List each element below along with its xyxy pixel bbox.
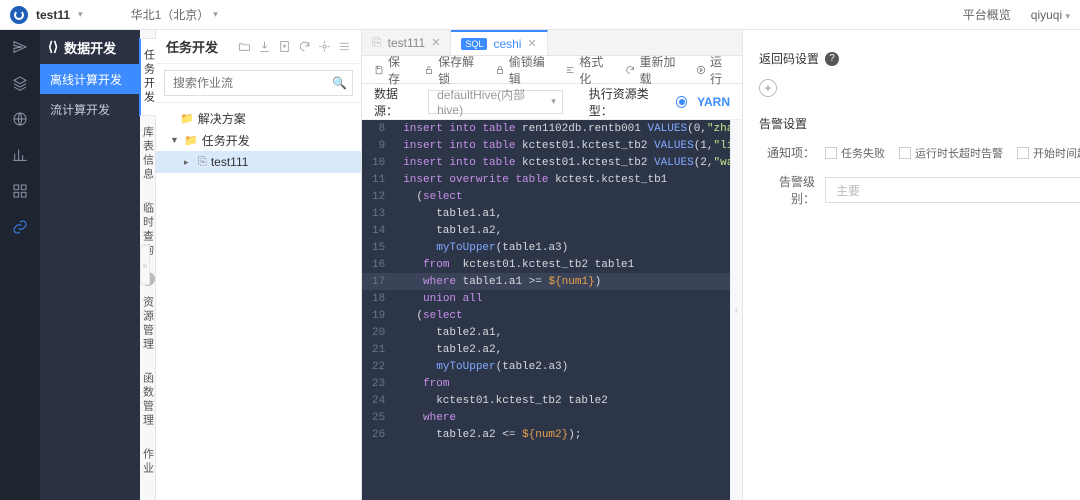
topbar: test11 ▾ 华北1（北京） ▾ 平台概览 qiyuqi ▾ xyxy=(0,0,1080,30)
collapse-right-icon[interactable]: ‹ xyxy=(730,120,742,500)
alert-title: 告警设置 xyxy=(759,115,807,132)
refresh-icon[interactable] xyxy=(297,40,311,54)
folder-icon: 📁 xyxy=(180,112,194,125)
tree-search-input[interactable] xyxy=(164,70,353,96)
workflow-icon: ⎘ xyxy=(372,35,382,50)
workflow-icon: ⎘ xyxy=(198,156,207,169)
close-icon[interactable]: ✕ xyxy=(431,36,440,49)
platform-logo-icon xyxy=(10,6,28,24)
region-chevron-icon: ▾ xyxy=(213,9,218,20)
exec-type-value: YARN xyxy=(697,95,730,109)
layers-icon[interactable] xyxy=(11,74,29,92)
chk-start-timeout[interactable]: 开始时间超时告警 xyxy=(1017,145,1080,161)
right-pane: 返回码设置 ? + 告警设置 通知项： 任务失败 运行时长超时告警 开始时间超时… xyxy=(742,30,1080,500)
save-button[interactable]: 保存 xyxy=(374,53,408,87)
tab-ceshi[interactable]: SQL ceshi ✕ xyxy=(451,30,547,55)
code-icon: ⟨⟩ xyxy=(48,39,58,55)
editor-pane: ⎘ test111 ✕ SQL ceshi ✕ 保存 保存解锁 偷锁编辑 格式化… xyxy=(362,30,742,500)
region-select[interactable]: 华北1（北京） ▾ xyxy=(131,6,218,23)
triangle-right-icon: ▸ xyxy=(184,157,194,168)
format-button[interactable]: 格式化 xyxy=(565,53,609,87)
tree-pane: 任务开发 🔍 📁 解决方案 ▼ 📁 任务开发 xyxy=(156,30,362,500)
return-code-title: 返回码设置 xyxy=(759,50,819,67)
region-label: 华北1（北京） xyxy=(131,6,210,23)
sidenav-item-streaming[interactable]: 流计算开发 xyxy=(40,94,140,124)
globe-icon[interactable] xyxy=(11,110,29,128)
tree-folder[interactable]: ▼ 📁 任务开发 xyxy=(156,129,361,151)
run-button[interactable]: 运行 xyxy=(696,53,730,87)
chk-task-fail[interactable]: 任务失败 xyxy=(825,145,885,161)
steal-lock-button[interactable]: 偷锁编辑 xyxy=(495,53,550,87)
collapse-sidenav-icon[interactable]: « xyxy=(140,245,150,285)
code-editor[interactable]: 8insert into table ren1102db.rentb001 VA… xyxy=(362,120,730,500)
level-select[interactable]: 主要 xyxy=(825,177,1080,203)
chk-runtime-timeout[interactable]: 运行时长超时告警 xyxy=(899,145,1003,161)
vtab-task-dev[interactable]: 任务开发 xyxy=(139,38,157,116)
reload-button[interactable]: 重新加载 xyxy=(625,53,680,87)
sql-badge: SQL xyxy=(461,38,487,50)
project-name: test11 xyxy=(36,8,70,22)
help-icon[interactable]: ? xyxy=(825,52,839,66)
import-icon[interactable] xyxy=(257,40,271,54)
vtab-job[interactable]: 作业 xyxy=(140,438,156,486)
save-unlock-button[interactable]: 保存解锁 xyxy=(424,53,479,87)
vtab-function[interactable]: 函数管理 xyxy=(140,362,156,438)
new-folder-icon[interactable] xyxy=(237,40,251,54)
link-icon[interactable] xyxy=(11,218,29,236)
notify-label: 通知项： xyxy=(759,144,815,161)
overview-link[interactable]: 平台概览 xyxy=(963,6,1011,23)
tree-root[interactable]: 📁 解决方案 xyxy=(156,107,361,129)
chart-icon[interactable] xyxy=(11,146,29,164)
sidenav-item-offline[interactable]: 离线计算开发 xyxy=(40,64,140,94)
datasource-select[interactable]: defaultHive(内部hive) xyxy=(428,90,563,114)
datasource-label: 数据源： xyxy=(374,85,418,119)
close-icon[interactable]: ✕ xyxy=(527,37,536,50)
search-icon[interactable]: 🔍 xyxy=(332,76,347,90)
tree-title: 任务开发 xyxy=(166,37,218,56)
tree-leaf[interactable]: ▸ ⎘ test111 xyxy=(156,151,361,173)
add-return-code-button[interactable]: + xyxy=(759,79,777,97)
grid-icon[interactable] xyxy=(11,182,29,200)
sidenav-header: ⟨⟩ 数据开发 xyxy=(40,30,140,64)
project-chevron-icon[interactable]: ▾ xyxy=(78,9,83,20)
exec-type-radio[interactable] xyxy=(676,96,687,108)
side-nav: ⟨⟩ 数据开发 离线计算开发 流计算开发 xyxy=(40,30,140,500)
new-file-icon[interactable] xyxy=(277,40,291,54)
user-menu[interactable]: qiyuqi ▾ xyxy=(1031,8,1070,22)
icon-rail xyxy=(0,30,40,500)
level-label: 告警级别： xyxy=(759,173,815,207)
editor-toolbar: 保存 保存解锁 偷锁编辑 格式化 重新加载 运行 xyxy=(362,56,742,84)
vtab-table-info[interactable]: 库表信息 xyxy=(140,116,156,192)
tab-test111[interactable]: ⎘ test111 ✕ xyxy=(362,30,451,55)
folder-icon: 📁 xyxy=(184,134,198,147)
exec-type-label: 执行资源类型： xyxy=(589,85,666,119)
vtab-resource[interactable]: 资源管理 xyxy=(140,286,156,362)
triangle-down-icon: ▼ xyxy=(170,135,180,145)
editor-tabs: ⎘ test111 ✕ SQL ceshi ✕ xyxy=(362,30,742,56)
settings-icon[interactable] xyxy=(337,40,351,54)
locate-icon[interactable] xyxy=(317,40,331,54)
send-icon[interactable] xyxy=(11,38,29,56)
